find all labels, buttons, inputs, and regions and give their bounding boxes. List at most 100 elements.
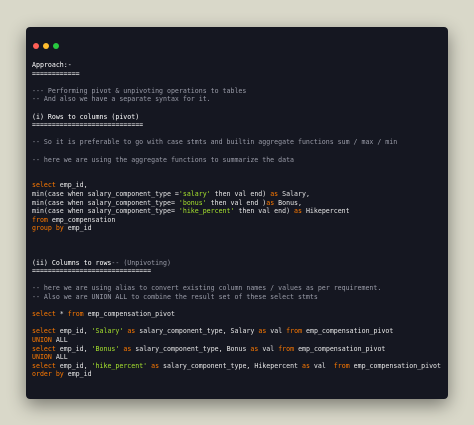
window-controls [33,34,63,49]
code-token: -- So it is preferable to go with case s… [32,138,398,147]
code-line: select emp_id, 'Bonus' as salary_compone… [32,345,444,354]
code-token: select [32,361,56,370]
close-dot-icon[interactable] [33,43,39,49]
code-line: select emp_id, [32,181,444,190]
code-line: min(case when salary_component_type= 'hi… [32,207,444,216]
code-token: UNION [32,336,52,344]
code-token: Approach:- [32,61,72,69]
code-token: emp_compensation_pivot [302,327,394,336]
code-line: ============ [32,70,444,79]
code-line: (ii) Columns to rows-- (Unpivoting) [32,259,444,268]
code-line: Approach:- [32,61,444,70]
code-token: then val end) [234,207,295,216]
maximize-dot-icon[interactable] [53,43,59,49]
code-token: from [32,215,48,224]
code-token: emp_compensation_pivot [294,344,386,353]
code-line: ============================ [32,121,444,130]
code-token: val [266,327,287,336]
code-token: group by [32,224,64,233]
code-token: then val end) [210,189,271,198]
code-token: -- And also we have a separate syntax fo… [32,95,211,104]
code-token: emp_id, [55,327,92,336]
code-token: min(case when salary_component_type = [32,189,179,198]
code-token: then val end ) [206,198,267,207]
code-token: emp_id [63,370,92,379]
code-token: 'bonus' [178,198,207,207]
code-token: min(case when salary_component_type= [32,198,179,207]
code-line: -- here we are using the aggregate funct… [32,156,444,165]
code-token: select [32,310,56,319]
code-line: select emp_id, 'hike_percent' as salary_… [32,362,444,371]
code-line: ============================== [32,267,444,276]
code-token: as [302,361,310,370]
code-token: ============ [32,69,80,78]
code-line: order by emp_id [32,370,444,379]
code-line: -- here we are using alias to convert ex… [32,284,444,293]
code-token: val [309,361,334,370]
code-token: as [294,207,302,216]
code-token: emp_compensation_pivot [83,310,175,319]
minimize-dot-icon[interactable] [43,43,49,49]
code-line: min(case when salary_component_type= 'bo… [32,199,444,208]
code-token: emp_compensation [47,215,116,224]
code-line: UNION ALL [32,336,444,345]
code-token: emp_id, [55,344,92,353]
code-line: (i) Rows to columns (pivot) [32,113,444,122]
code-window: Approach:- ============ --- Performing pi… [26,27,448,399]
code-line: --- Performing pivot & unpivoting operat… [32,87,444,96]
code-token: -- here we are using alias to convert ex… [32,284,382,293]
code-token: 'salary' [178,189,211,198]
code-token: (i) Rows to columns (pivot) [32,112,140,121]
code-token: * [55,310,68,319]
code-token: ============================== [32,267,152,276]
code-token: Bonus, [274,198,302,207]
code-token: val [258,344,279,353]
code-token: (ii) Columns to rows [32,258,112,267]
code-token: UNION [32,353,52,362]
code-token: 'Salary' [91,327,124,336]
code-token: from [333,361,350,370]
code-token: --- Performing pivot & unpivoting operat… [32,86,247,95]
code-line: UNION ALL [32,353,444,362]
code-line: min(case when salary_component_type ='sa… [32,190,444,199]
code-token: salary_component_type, Salary [135,327,259,336]
code-block: Approach:- ============ --- Performing pi… [32,61,444,379]
code-token: 'hike_percent' [91,361,148,370]
code-token: -- (Unpivoting) [111,258,171,267]
code-token: emp_id, [55,181,88,190]
code-token: select [32,181,56,190]
code-token: ============================ [32,121,144,130]
code-token: from [67,310,84,319]
code-line: select emp_id, 'Salary' as salary_compon… [32,327,444,336]
code-token: min(case when salary_component_type= [32,207,179,216]
code-token: from [286,327,303,336]
code-token: emp_id [63,224,92,233]
code-token: salary_component_type, Hikepercent [159,361,302,370]
code-token: 'hike_percent' [178,207,235,216]
code-token: emp_compensation_pivot [349,361,441,370]
code-token: Hikepercent [301,207,350,216]
code-token: select [32,344,56,353]
code-token: salary_component_type, Bonus [131,344,251,353]
code-token: select [32,327,56,336]
code-token: -- here we are using the aggregate funct… [32,155,295,164]
code-token: as [266,198,275,207]
code-line: -- So it is preferable to go with case s… [32,138,444,147]
code-token: emp_id, [55,361,92,370]
code-line: group by emp_id [32,224,444,233]
code-token: as [270,189,279,198]
code-line: select * from emp_compensation_pivot [32,310,444,319]
code-line: from emp_compensation [32,216,444,225]
code-token: 'Bonus' [91,344,120,353]
